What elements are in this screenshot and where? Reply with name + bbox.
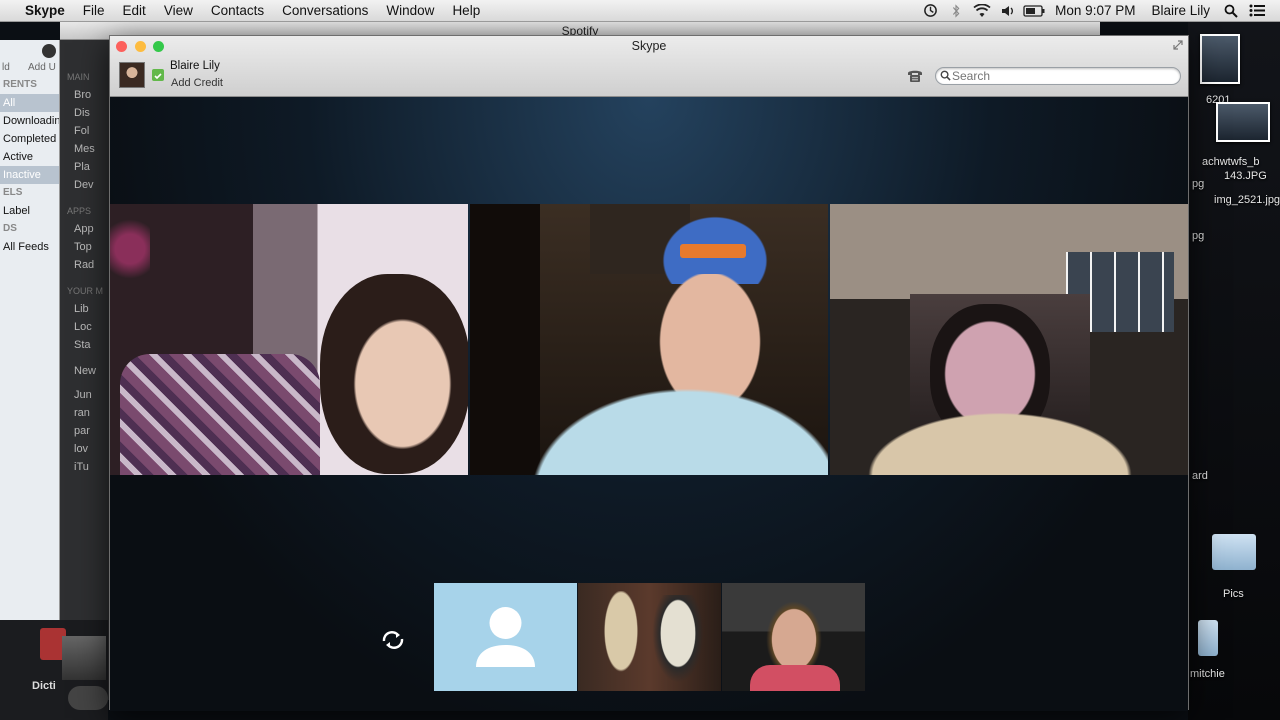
- window-title: Skype: [631, 39, 667, 53]
- desktop-file-label: pg: [1192, 230, 1205, 242]
- volume-icon[interactable]: [995, 0, 1021, 22]
- desktop: 6201 achwtwfs_b pg 143.JPG img_2521.jpg …: [1188, 22, 1280, 720]
- list-item-downloading[interactable]: Downloading: [0, 112, 59, 130]
- menu-edit[interactable]: Edit: [114, 3, 155, 18]
- background-app-toolbar: [0, 40, 59, 62]
- search-icon: [940, 70, 951, 81]
- list-item-all-feeds[interactable]: All Feeds: [0, 238, 59, 256]
- sidebar-item[interactable]: Bro: [60, 86, 110, 104]
- search-field[interactable]: [935, 67, 1181, 85]
- list-item-completed[interactable]: Completed: [0, 130, 59, 148]
- desktop-file-label: 143.JPG: [1224, 170, 1267, 182]
- sidebar-item[interactable]: Pla: [60, 158, 110, 176]
- playlist-item[interactable]: Jun: [60, 386, 110, 404]
- list-item-all[interactable]: All: [0, 94, 59, 112]
- battery-icon[interactable]: [1021, 0, 1047, 22]
- menu-contacts[interactable]: Contacts: [202, 3, 273, 18]
- list-item-label[interactable]: Label: [0, 202, 59, 220]
- dock-label: Dicti: [32, 680, 56, 692]
- spotify-sidebar: MAIN Bro Dis Fol Mes Pla Dev APPS App To…: [60, 40, 110, 700]
- participant-thumbnail-2[interactable]: [578, 583, 721, 691]
- menubar-user[interactable]: Blaire Lily: [1143, 3, 1218, 18]
- toolbar-label: Add U: [28, 62, 56, 73]
- new-playlist-button[interactable]: New: [60, 362, 110, 380]
- participant-thumbnail-3[interactable]: [722, 583, 865, 691]
- dial-pad-phone-icon[interactable]: [906, 66, 924, 84]
- video-feed-participant-1[interactable]: [110, 204, 468, 475]
- background-app-window: ld Add U RENTS All Downloading Completed…: [0, 40, 60, 620]
- sidebar-item[interactable]: Dis: [60, 104, 110, 122]
- sidebar-item[interactable]: Rad: [60, 256, 110, 274]
- desktop-file-label: achwtwfs_b: [1202, 156, 1260, 168]
- section-header: DS: [3, 223, 17, 234]
- skype-title-bar: Skype Blaire Lily Add Credit: [110, 36, 1188, 97]
- profile-username[interactable]: Blaire Lily: [170, 60, 220, 72]
- folder-icon[interactable]: [1212, 534, 1256, 570]
- section-header: ELS: [3, 187, 23, 198]
- sidebar-item[interactable]: Top: [60, 238, 110, 256]
- dock-area: Dicti: [0, 620, 108, 720]
- playlist-item[interactable]: ran: [60, 404, 110, 422]
- app-menu[interactable]: Skype: [16, 3, 74, 18]
- sidebar-item[interactable]: Loc: [60, 318, 110, 336]
- playlist-item[interactable]: lov: [60, 440, 110, 458]
- playlist-item[interactable]: iTu: [60, 458, 110, 476]
- wifi-icon[interactable]: [969, 0, 995, 22]
- list-item-inactive[interactable]: Inactive: [0, 166, 59, 184]
- sidebar-item[interactable]: Sta: [60, 336, 110, 354]
- desktop-folder-label: Pics: [1223, 588, 1244, 600]
- section-header: RENTS: [3, 79, 37, 90]
- search-input[interactable]: [952, 68, 1172, 84]
- sidebar-section-your-music: YOUR M: [67, 286, 103, 296]
- desktop-file-label: pg: [1192, 178, 1205, 190]
- menu-view[interactable]: View: [155, 3, 202, 18]
- spotlight-search-icon[interactable]: [1218, 0, 1244, 22]
- menubar-clock[interactable]: Mon 9:07 PM: [1047, 3, 1143, 18]
- toolbar-label: ld: [2, 62, 10, 73]
- time-machine-icon[interactable]: [917, 0, 943, 22]
- skype-window: Skype Blaire Lily Add Credit: [109, 35, 1189, 711]
- folder-icon[interactable]: [1198, 620, 1218, 656]
- sidebar-section-main: MAIN: [67, 72, 90, 82]
- bluetooth-icon[interactable]: [943, 0, 969, 22]
- globe-icon[interactable]: [42, 44, 56, 58]
- participant-thumbnail-no-video[interactable]: [434, 583, 577, 691]
- menu-help[interactable]: Help: [443, 3, 489, 18]
- sidebar-item[interactable]: Fol: [60, 122, 110, 140]
- video-feed-participant-2[interactable]: [470, 204, 828, 475]
- video-call-stage: [110, 97, 1188, 711]
- default-user-avatar-icon: [476, 607, 535, 667]
- media-controls[interactable]: [68, 686, 108, 710]
- playlist-item[interactable]: par: [60, 422, 110, 440]
- sidebar-item[interactable]: Lib: [60, 300, 110, 318]
- user-avatar[interactable]: [119, 62, 145, 88]
- online-status-icon[interactable]: [152, 69, 164, 81]
- sidebar-section-apps: APPS: [67, 206, 92, 216]
- app-thumbnail[interactable]: [62, 636, 106, 680]
- menu-bar: Skype File Edit View Contacts Conversati…: [0, 0, 1280, 22]
- desktop-file-label: ard: [1192, 470, 1208, 482]
- add-credit-link[interactable]: Add Credit: [171, 77, 223, 89]
- video-feed-participant-3[interactable]: [830, 204, 1188, 475]
- menu-conversations[interactable]: Conversations: [273, 3, 377, 18]
- notification-center-icon[interactable]: [1244, 0, 1270, 22]
- list-item-active[interactable]: Active: [0, 148, 59, 166]
- menu-file[interactable]: File: [74, 3, 114, 18]
- menu-window[interactable]: Window: [377, 3, 443, 18]
- sidebar-item[interactable]: App: [60, 220, 110, 238]
- desktop-folder-label: mitchie: [1190, 668, 1225, 680]
- sidebar-item[interactable]: Dev: [60, 176, 110, 194]
- desktop-file-label: img_2521.jpg: [1214, 194, 1280, 206]
- fullscreen-icon[interactable]: [1173, 40, 1183, 50]
- switch-layout-icon[interactable]: [378, 629, 408, 651]
- desktop-file-thumbnail[interactable]: [1200, 34, 1240, 84]
- desktop-file-thumbnail[interactable]: [1216, 102, 1270, 142]
- sidebar-item[interactable]: Mes: [60, 140, 110, 158]
